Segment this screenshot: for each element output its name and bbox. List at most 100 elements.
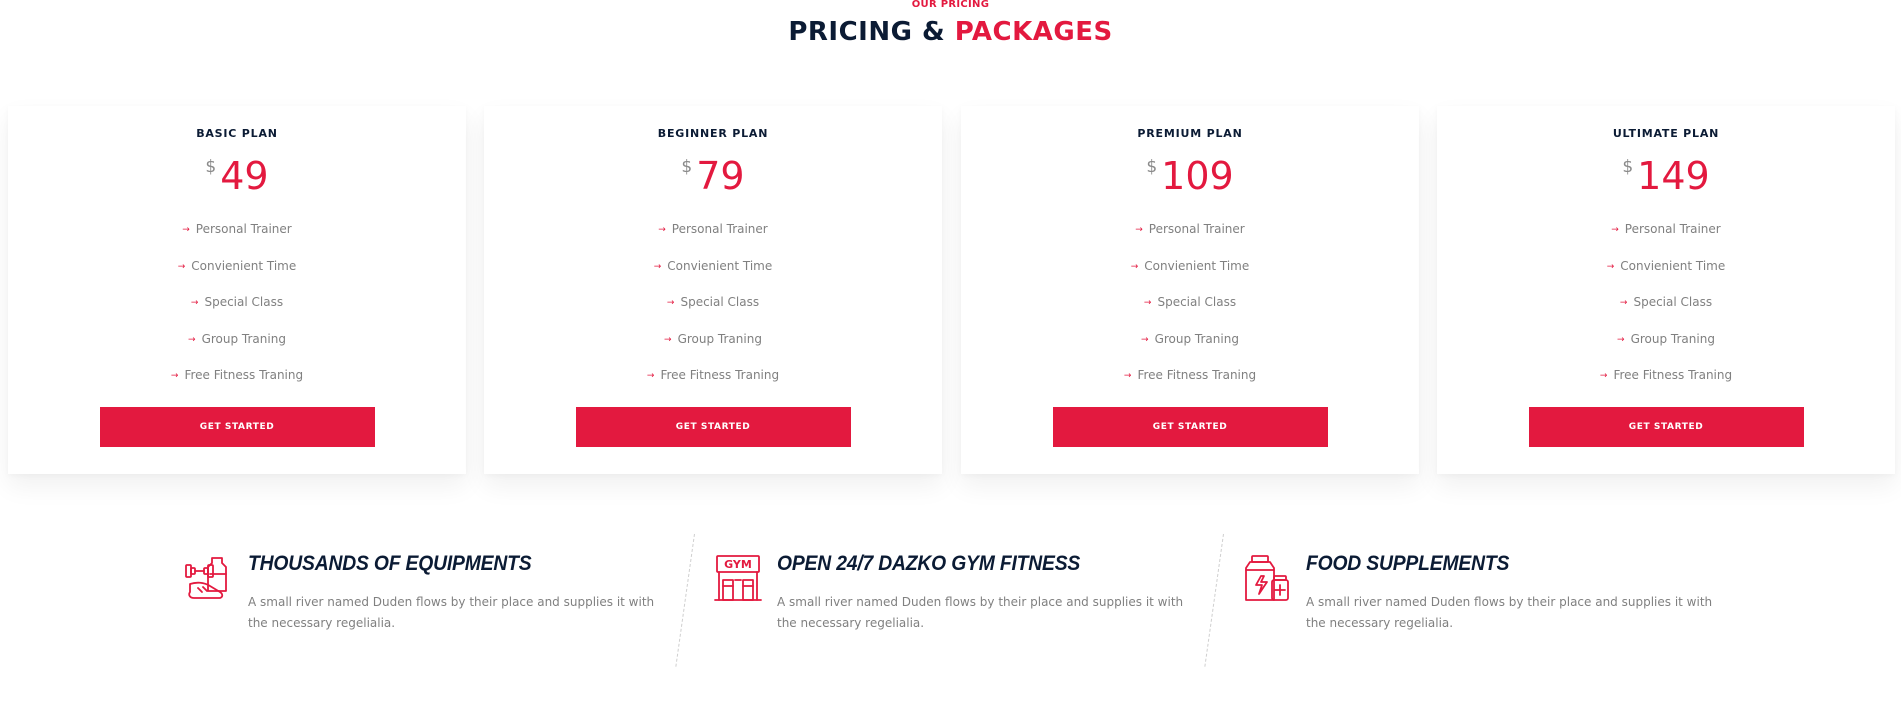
section-title-part1: PRICING & xyxy=(788,17,946,47)
plan-name: BEGINNER PLAN xyxy=(657,127,769,140)
feature-label: Group Traning xyxy=(201,331,286,346)
plan-features: → Personal Trainer → Convienient Time → Spe… xyxy=(961,211,1419,394)
feature-label: Convienient Time xyxy=(1620,258,1726,273)
currency-symbol: $ xyxy=(205,157,217,177)
supplement-jar-icon xyxy=(1245,555,1289,601)
arrow-right-icon: → xyxy=(1599,371,1608,381)
feature-item: → Convienient Time xyxy=(8,248,466,285)
feature-label: Special Class xyxy=(1633,295,1713,309)
feature-label: Special Class xyxy=(1157,295,1237,309)
arrow-right-icon: → xyxy=(1130,261,1139,272)
arrow-right-icon: → xyxy=(182,225,190,235)
feature-item: → Convienient Time xyxy=(1437,248,1895,285)
arrow-right-icon: → xyxy=(1619,298,1628,308)
section-eyebrow: Our Pricing xyxy=(911,0,990,10)
arrow-right-icon: → xyxy=(1611,225,1619,235)
feature-label: Personal Trainer xyxy=(1148,222,1245,236)
arrow-right-icon: → xyxy=(188,334,196,345)
highlight-title: THOUSANDS OF EQUIPMENTS xyxy=(248,552,532,575)
arrow-right-icon: → xyxy=(658,225,666,235)
plan-features: → Personal Trainer → Convienient Time → Spe… xyxy=(1437,211,1895,394)
arrow-right-icon: → xyxy=(666,298,675,308)
feature-item: → Group Traning xyxy=(484,321,942,358)
plan-name: BASIC PLAN xyxy=(196,127,278,140)
price-amount: 109 xyxy=(1161,154,1234,198)
plan-name: PREMIUM PLAN xyxy=(1137,127,1243,140)
feature-label: Free Fitness Traning xyxy=(660,368,780,382)
feature-label: Convienient Time xyxy=(667,258,773,273)
arrow-right-icon: → xyxy=(1141,334,1149,345)
feature-label: Free Fitness Traning xyxy=(1613,368,1733,382)
gym-icon-label: GYM xyxy=(724,558,752,571)
feature-label: Group Traning xyxy=(677,331,762,346)
price-amount: 79 xyxy=(696,154,745,198)
pricing-card-ultimate: ULTIMATE PLAN $ 149 → Personal Trainer → C… xyxy=(1437,106,1895,474)
highlight-description: A small river named Duden flows by their… xyxy=(1306,595,1713,630)
get-started-button[interactable]: GET STARTED xyxy=(1528,406,1804,447)
feature-item: → Convienient Time xyxy=(961,248,1419,285)
arrow-right-icon: → xyxy=(190,298,199,308)
highlight-equipments: THOUSANDS OF EQUIPMENTS A small river na… xyxy=(184,532,654,672)
arrow-right-icon: → xyxy=(1143,298,1152,308)
pricing-card-basic: BASIC PLAN $ 49 → Personal Trainer → Convi… xyxy=(8,106,466,474)
arrow-right-icon: → xyxy=(664,334,672,345)
feature-label: Personal Trainer xyxy=(1624,222,1721,236)
divider xyxy=(675,533,695,667)
highlight-description: A small river named Duden flows by their… xyxy=(777,595,1184,630)
plan-features: → Personal Trainer → Convienient Time → Spe… xyxy=(484,211,942,394)
gym-building-icon: GYM xyxy=(714,555,762,601)
feature-item: → Special Class xyxy=(484,284,942,321)
feature-item: → Convienient Time xyxy=(484,248,942,285)
highlight-title: OPEN 24/7 DAZKO GYM FITNESS xyxy=(777,552,1081,575)
feature-item: → Group Traning xyxy=(961,321,1419,358)
feature-item: → Free Fitness Traning xyxy=(484,357,942,394)
plan-price: $ 79 xyxy=(484,153,942,201)
feature-label: Group Traning xyxy=(1630,331,1715,346)
feature-item: → Free Fitness Traning xyxy=(1437,357,1895,394)
price-amount: 149 xyxy=(1637,154,1710,198)
feature-item: → Personal Trainer xyxy=(1437,211,1895,248)
divider xyxy=(1204,533,1224,667)
feature-item: → Special Class xyxy=(1437,284,1895,321)
arrow-right-icon: → xyxy=(170,371,179,381)
plan-price: $ 49 xyxy=(8,153,466,201)
section-title-part2: PACKAGES xyxy=(954,17,1113,47)
arrow-right-icon: → xyxy=(1135,225,1143,235)
feature-label: Personal Trainer xyxy=(195,222,292,236)
feature-label: Free Fitness Traning xyxy=(1137,368,1257,382)
plan-price: $ 109 xyxy=(961,153,1419,201)
currency-symbol: $ xyxy=(1622,157,1634,177)
get-started-button[interactable]: GET STARTED xyxy=(575,406,851,447)
get-started-button[interactable]: GET STARTED xyxy=(1052,406,1328,447)
highlight-description: A small river named Duden flows by their… xyxy=(248,595,655,630)
feature-item: → Free Fitness Traning xyxy=(8,357,466,394)
price-amount: 49 xyxy=(220,154,269,198)
get-started-button[interactable]: GET STARTED xyxy=(99,406,375,447)
section-title: PRICING & PACKAGES xyxy=(0,17,1901,47)
feature-item: → Personal Trainer xyxy=(484,211,942,248)
highlight-open-24-7: GYM OPEN 24/7 DAZKO GYM FITNESS A small … xyxy=(713,532,1183,672)
feature-label: Personal Trainer xyxy=(671,222,768,236)
arrow-right-icon: → xyxy=(646,371,655,381)
feature-item: → Personal Trainer xyxy=(8,211,466,248)
pricing-cards: BASIC PLAN $ 49 → Personal Trainer → Convi… xyxy=(8,106,1898,474)
pricing-card-premium: PREMIUM PLAN $ 109 → Personal Trainer → Co… xyxy=(961,106,1419,474)
currency-symbol: $ xyxy=(1146,157,1158,177)
feature-item: → Personal Trainer xyxy=(961,211,1419,248)
arrow-right-icon: → xyxy=(1617,334,1625,345)
plan-price: $ 149 xyxy=(1437,153,1895,201)
feature-item: → Special Class xyxy=(961,284,1419,321)
arrow-right-icon: → xyxy=(1606,261,1615,272)
feature-item: → Group Traning xyxy=(1437,321,1895,358)
equipment-icon xyxy=(185,557,227,599)
arrow-right-icon: → xyxy=(177,261,186,272)
pricing-heading: Our Pricing PRICING & PACKAGES xyxy=(0,0,1901,47)
currency-symbol: $ xyxy=(681,157,693,177)
feature-label: Convienient Time xyxy=(191,258,297,273)
highlight-title: FOOD SUPPLEMENTS xyxy=(1306,552,1510,575)
feature-label: Group Traning xyxy=(1154,331,1239,346)
feature-label: Special Class xyxy=(204,295,284,309)
pricing-card-beginner: BEGINNER PLAN $ 79 → Personal Trainer → Co… xyxy=(484,106,942,474)
feature-item: → Group Traning xyxy=(8,321,466,358)
feature-label: Free Fitness Traning xyxy=(184,368,304,382)
